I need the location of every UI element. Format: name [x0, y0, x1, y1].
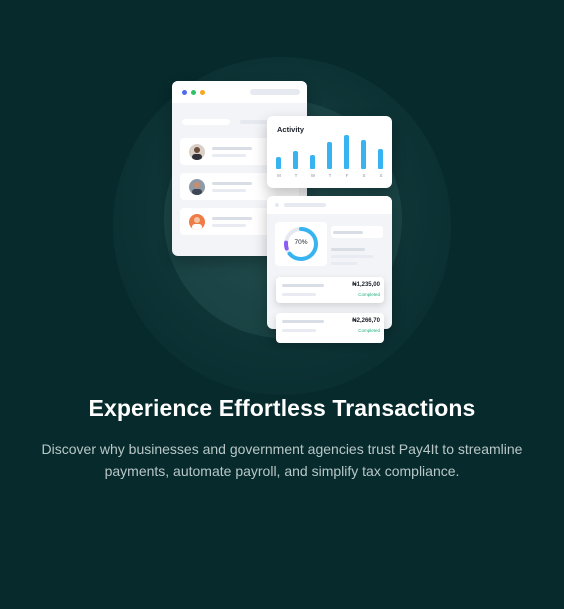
name-placeholder: [212, 217, 252, 220]
window-dot-orange: [200, 90, 205, 95]
activity-bar: [361, 140, 366, 169]
tx-line: [282, 284, 324, 287]
day-label: F: [345, 173, 349, 178]
name-placeholder: [212, 147, 252, 150]
activity-bar: [344, 135, 349, 169]
summary-line: [333, 231, 363, 234]
toolbar-placeholder: [182, 119, 230, 125]
transaction-card: ₦2,266,70 Completed: [276, 313, 384, 343]
donut-card: 70%: [275, 222, 327, 266]
avatar: [189, 179, 205, 195]
activity-title: Activity: [277, 125, 305, 134]
transaction-amount: ₦1,235,00: [352, 282, 380, 288]
stats-panel-card: 70%: [267, 196, 392, 329]
activity-bar: [276, 157, 281, 169]
name-placeholder: [212, 182, 252, 185]
browser-titlebar: [172, 81, 307, 103]
detail-placeholder: [212, 189, 246, 192]
avatar: [189, 214, 205, 230]
summary-line: [331, 255, 373, 258]
detail-placeholder: [212, 154, 246, 157]
tx-line: [282, 329, 316, 332]
day-label: M: [277, 173, 281, 178]
summary-line: [331, 262, 357, 265]
address-bar: [250, 89, 300, 95]
transaction-status: Completed: [358, 328, 380, 333]
window-dot-blue: [182, 90, 187, 95]
panel-header-dot: [275, 203, 279, 207]
tx-line: [282, 320, 324, 323]
window-dot-green: [191, 90, 196, 95]
activity-bar: [310, 155, 315, 169]
transaction-amount: ₦2,266,70: [352, 318, 380, 324]
activity-card: Activity M T W T F S S: [267, 116, 392, 188]
panel-header: [267, 196, 392, 214]
panel-header-placeholder: [284, 203, 326, 207]
day-label: S: [379, 173, 383, 178]
day-label: W: [310, 173, 316, 178]
avatar: [189, 144, 205, 160]
day-label: T: [294, 173, 298, 178]
summary-placeholder: [329, 222, 384, 266]
day-label: T: [328, 173, 332, 178]
transaction-card: ₦1,235,00 Completed: [276, 277, 384, 303]
page-title: Experience Effortless Transactions: [88, 395, 476, 421]
summary-line: [331, 248, 365, 251]
day-label: S: [362, 173, 366, 178]
donut-percentage: 70%: [294, 239, 308, 246]
transaction-status: Completed: [358, 292, 380, 297]
activity-bar: [378, 149, 383, 169]
detail-placeholder: [212, 224, 246, 227]
activity-bar: [293, 151, 298, 169]
tx-line: [282, 293, 316, 296]
activity-bar: [327, 142, 332, 169]
page-description: Discover why businesses and government a…: [41, 441, 523, 479]
